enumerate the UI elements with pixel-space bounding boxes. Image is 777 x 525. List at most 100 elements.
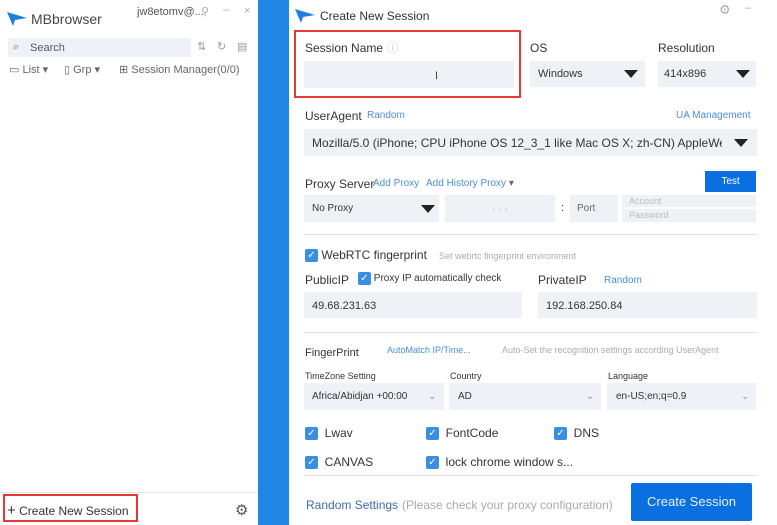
language-value: en-US;en;q=0.9: [616, 391, 687, 402]
private-ip-label: PrivateIP: [538, 273, 587, 287]
dialog-title: Create New Session: [320, 9, 430, 23]
proxy-hint: (Please check your proxy configuration): [402, 498, 613, 512]
autoset-hint: Auto-Set the recognition settings accord…: [502, 345, 719, 355]
dropdown-arrow-icon: [734, 139, 748, 147]
proxy-ip-check-checkbox[interactable]: ✓ Proxy IP automatically check: [358, 272, 501, 285]
proxy-ip-check-label: Proxy IP automatically check: [373, 273, 502, 285]
dropdown-arrow-icon: [736, 70, 750, 78]
add-history-proxy-link[interactable]: Add History Proxy ▾: [426, 178, 514, 189]
session-manager-button[interactable]: ⊞ Session Manager(0/0): [119, 63, 240, 76]
checkbox-checked-icon: ✓: [554, 427, 567, 441]
divider: [304, 332, 757, 333]
mbbrowser-logo-icon: [7, 12, 27, 26]
timezone-select[interactable]: Africa/Abidjan +00:00 ⌄: [304, 383, 444, 410]
timezone-value: Africa/Abidjan +00:00: [312, 391, 408, 402]
public-ip-label: PublicIP: [305, 273, 350, 287]
automatch-link[interactable]: AutoMatch IP/Time...: [387, 345, 471, 355]
fontcode-label: FontCode: [445, 426, 499, 440]
create-session-button[interactable]: Create Session: [631, 483, 752, 521]
search-icon: ⌕: [13, 41, 20, 53]
create-session-dialog: Create New Session ⚙ – Session Name ⓘ I …: [289, 0, 777, 525]
country-value: AD: [458, 391, 472, 402]
os-select[interactable]: Windows: [530, 61, 645, 87]
group-dropdown[interactable]: ▯ Grp ▾: [64, 63, 100, 76]
useragent-value: Mozilla/5.0 (iPhone; CPU iPhone OS 12_3_…: [312, 136, 722, 150]
fontcode-checkbox[interactable]: ✓ FontCode: [426, 426, 499, 441]
proxy-type-select[interactable]: No Proxy: [304, 195, 439, 222]
timezone-label: TimeZone Setting: [305, 371, 376, 381]
dropdown-arrow-icon: [624, 70, 638, 78]
resolution-select[interactable]: 414x896: [658, 61, 756, 87]
list-dropdown[interactable]: ▭ List ▾: [9, 63, 48, 76]
test-proxy-button[interactable]: Test: [705, 171, 756, 192]
app-title: MBbrowser: [31, 11, 102, 27]
proxy-type-value: No Proxy: [312, 203, 354, 214]
sort-icon[interactable]: ⇅: [197, 40, 206, 53]
private-ip-random-link[interactable]: Random: [604, 275, 642, 286]
checkbox-checked-icon: ✓: [426, 427, 439, 441]
language-label: Language: [608, 371, 649, 381]
os-value: Windows: [538, 68, 583, 80]
country-label: Country: [450, 371, 482, 381]
chevron-down-icon: ⌄: [586, 391, 595, 402]
pin-icon[interactable]: ⚲: [201, 5, 209, 18]
dropdown-arrow-icon: [421, 205, 435, 213]
language-select[interactable]: en-US;en;q=0.9 ⌄: [607, 383, 756, 410]
proxy-ip-input[interactable]: . . .: [445, 195, 555, 222]
search-input[interactable]: ⌕ Search: [8, 38, 191, 57]
checkbox-checked-icon: ✓: [305, 427, 318, 441]
settings-icon[interactable]: ⚙: [719, 2, 731, 18]
minimize-button[interactable]: –: [223, 4, 229, 16]
country-select[interactable]: AD ⌄: [449, 383, 601, 410]
close-button[interactable]: ×: [244, 5, 250, 17]
session-manager-label: Session Manager(0/0): [131, 64, 240, 76]
webrtc-checkbox[interactable]: ✓ WebRTC fingerprint: [305, 248, 427, 263]
public-ip-input[interactable]: 49.68.231.63: [304, 292, 522, 318]
ua-random-link[interactable]: Random: [367, 110, 405, 121]
colon-separator: :: [561, 202, 565, 214]
chevron-down-icon: ⌄: [741, 391, 750, 402]
dns-checkbox[interactable]: ✓ DNS: [554, 426, 600, 441]
list-label: List: [22, 64, 40, 76]
checkbox-checked-icon: ✓: [358, 272, 371, 285]
settings-gear-icon[interactable]: ⚙: [235, 501, 248, 519]
checkbox-checked-icon: ✓: [426, 456, 439, 470]
os-label: OS: [530, 41, 548, 55]
checkbox-checked-icon: ✓: [305, 249, 318, 263]
clipboard-icon[interactable]: ▤: [237, 40, 247, 53]
proxy-server-label: Proxy Server: [305, 177, 375, 191]
lock-window-checkbox[interactable]: ✓ lock chrome window s...: [426, 455, 574, 470]
divider: [304, 234, 757, 235]
refresh-icon[interactable]: ↻: [217, 40, 226, 53]
chevron-down-icon: ⌄: [428, 391, 437, 402]
useragent-label: UserAgent: [305, 109, 362, 123]
proxy-password-input[interactable]: Password: [622, 209, 756, 222]
random-settings-link[interactable]: Random Settings: [306, 498, 398, 512]
fingerprint-label: FingerPrint: [305, 347, 359, 359]
ua-management-link[interactable]: UA Management: [676, 110, 751, 121]
proxy-account-input[interactable]: Account: [622, 195, 756, 207]
lwav-checkbox[interactable]: ✓ Lwav: [305, 426, 353, 441]
dns-label: DNS: [573, 426, 600, 440]
canvas-checkbox[interactable]: ✓ CANVAS: [305, 455, 373, 470]
highlight-box: [294, 30, 521, 98]
resolution-label: Resolution: [658, 41, 715, 55]
group-label: Grp: [73, 64, 92, 76]
add-proxy-link[interactable]: Add Proxy: [373, 178, 419, 189]
minimize-button[interactable]: –: [745, 2, 751, 14]
session-list-window: MBbrowser jw8etomv@... ⚲ – × ⌕ Search ⇅ …: [0, 0, 258, 525]
divider: [0, 492, 258, 493]
divider: [304, 475, 757, 476]
lock-window-label: lock chrome window s...: [445, 455, 574, 469]
account-name[interactable]: jw8etomv@...: [137, 6, 204, 18]
private-ip-input[interactable]: 192.168.250.84: [538, 292, 757, 318]
webrtc-label: WebRTC fingerprint: [321, 248, 427, 262]
checkbox-checked-icon: ✓: [305, 456, 318, 470]
lwav-label: Lwav: [324, 426, 353, 440]
mbbrowser-logo-icon: [295, 9, 315, 23]
proxy-port-input[interactable]: Port: [570, 195, 618, 222]
useragent-select[interactable]: Mozilla/5.0 (iPhone; CPU iPhone OS 12_3_…: [304, 129, 757, 156]
highlight-box: [3, 494, 138, 522]
search-placeholder: Search: [30, 42, 65, 54]
resolution-value: 414x896: [664, 68, 707, 80]
